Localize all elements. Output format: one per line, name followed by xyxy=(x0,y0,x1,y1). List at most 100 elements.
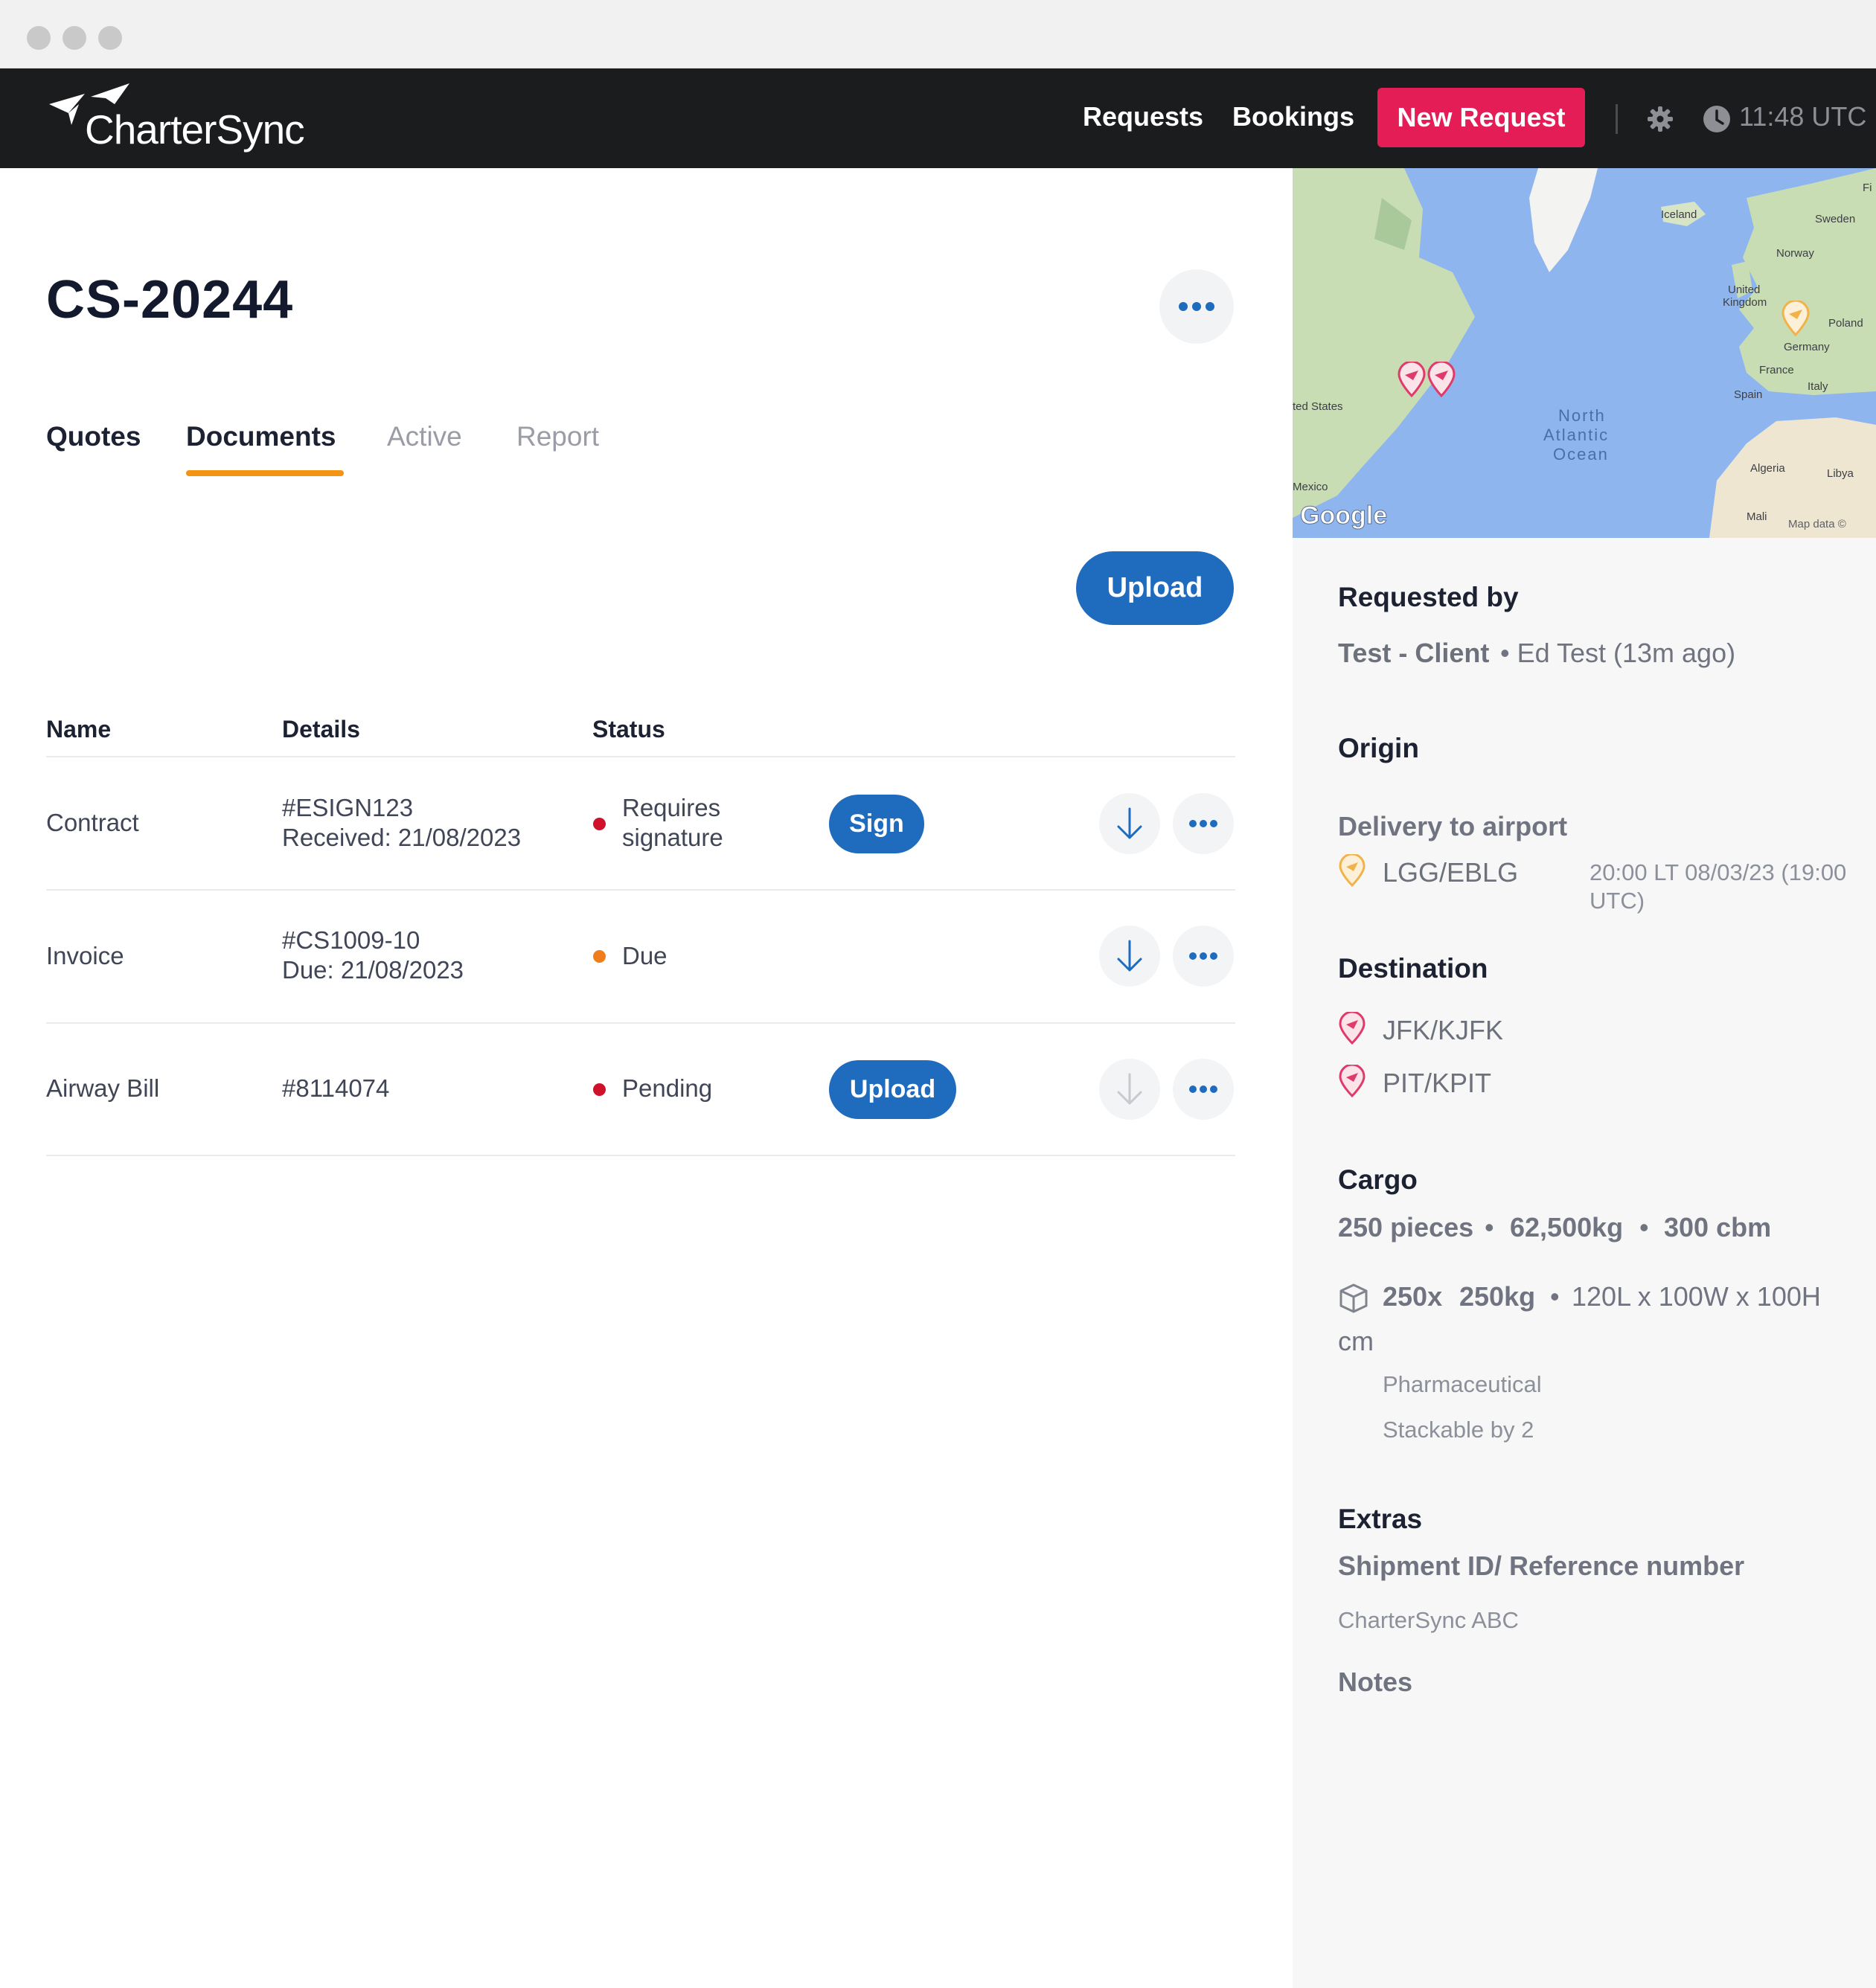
window-close-dot[interactable] xyxy=(27,26,51,50)
column-header-details: Details xyxy=(282,716,360,743)
extras-heading: Extras xyxy=(1338,1504,1423,1534)
row-more-button[interactable] xyxy=(1173,926,1234,987)
map-label: Sweden xyxy=(1815,213,1856,225)
map-label: Ocean xyxy=(1553,445,1609,464)
notes-label: Notes xyxy=(1338,1667,1413,1697)
destination-pin-icon xyxy=(1339,1012,1366,1045)
document-ref: #CS1009-10 xyxy=(282,926,420,954)
upload-document-button[interactable]: Upload xyxy=(1076,551,1234,625)
active-tab-indicator xyxy=(186,470,344,476)
cargo-volume: 300 cbm xyxy=(1664,1212,1772,1242)
more-horizontal-icon xyxy=(1189,820,1217,827)
requester-person: • Ed Test (13m ago) xyxy=(1500,638,1736,668)
download-arrow-icon xyxy=(1117,1073,1142,1105)
cargo-heading: Cargo xyxy=(1338,1164,1418,1195)
map-attribution[interactable]: Map data © xyxy=(1788,518,1846,530)
column-header-name: Name xyxy=(46,716,112,743)
destination-airport: PIT/KPIT xyxy=(1383,1068,1492,1098)
new-request-button[interactable]: New Request xyxy=(1377,88,1585,147)
requested-by-heading: Requested by xyxy=(1338,582,1519,612)
row-divider xyxy=(46,889,1235,891)
status-dot-orange xyxy=(593,950,606,963)
clock-icon xyxy=(1703,106,1730,132)
status-dot-red xyxy=(593,818,606,830)
map-pin-destination-icon[interactable] xyxy=(1397,362,1427,397)
window-zoom-dot[interactable] xyxy=(98,26,122,50)
nav-requests[interactable]: Requests xyxy=(1083,101,1203,132)
download-button-disabled xyxy=(1099,1059,1160,1120)
window-chrome xyxy=(0,0,1876,68)
document-date: Received: 21/08/2023 xyxy=(282,824,522,851)
cargo-item-dims: 120L x 100W x 100H xyxy=(1572,1281,1821,1312)
map-label: North xyxy=(1558,406,1606,425)
map-pin-origin-icon[interactable] xyxy=(1781,301,1811,336)
download-button[interactable] xyxy=(1099,793,1160,854)
origin-heading: Origin xyxy=(1338,733,1419,763)
map-label: United xyxy=(1728,283,1761,296)
more-horizontal-icon xyxy=(1189,952,1217,960)
row-more-button[interactable] xyxy=(1173,1059,1234,1120)
origin-delivery: Delivery to airport xyxy=(1338,811,1568,841)
utc-time: 11:48 UTC xyxy=(1739,101,1867,132)
tab-active[interactable]: Active xyxy=(387,421,462,452)
map-pin-destination-icon[interactable] xyxy=(1427,362,1456,397)
cargo-item-qty: 250x xyxy=(1383,1281,1443,1312)
document-date: Due: 21/08/2023 xyxy=(282,956,464,984)
cargo-separator: • xyxy=(1550,1281,1560,1312)
page-more-button[interactable] xyxy=(1159,269,1234,344)
gear-icon[interactable] xyxy=(1645,104,1675,134)
route-map[interactable]: Iceland Sweden Norway United Kingdom Pol… xyxy=(1293,168,1876,538)
document-name: Invoice xyxy=(46,942,124,969)
status-dot-red xyxy=(593,1083,606,1096)
status-text: Due xyxy=(622,942,668,969)
sign-button[interactable]: Sign xyxy=(829,795,924,853)
map-label: Libya xyxy=(1827,467,1854,480)
app-logo[interactable]: CharterSync xyxy=(49,83,332,158)
map-label: Italy xyxy=(1808,380,1828,393)
download-arrow-icon xyxy=(1117,807,1142,839)
download-arrow-icon xyxy=(1117,940,1142,972)
status-text-line2: signature xyxy=(622,824,723,851)
window-minimize-dot[interactable] xyxy=(63,26,86,50)
row-divider xyxy=(46,1022,1235,1024)
cargo-pieces: 250 pieces xyxy=(1338,1212,1474,1242)
shipment-id-value: CharterSync ABC xyxy=(1338,1607,1519,1633)
origin-time-line2: UTC) xyxy=(1590,888,1645,914)
destination-pin-icon xyxy=(1339,1065,1366,1097)
more-horizontal-icon xyxy=(1189,1086,1217,1093)
map-label: Kingdom xyxy=(1723,296,1767,309)
map-label: Poland xyxy=(1828,317,1863,330)
page-title: CS-20244 xyxy=(46,270,294,330)
map-label: Fi xyxy=(1863,182,1872,194)
map-label: Mali xyxy=(1747,510,1767,523)
cargo-separator: • xyxy=(1485,1212,1494,1242)
document-name: Airway Bill xyxy=(46,1074,160,1102)
row-more-button[interactable] xyxy=(1173,793,1234,854)
map-brand: Google xyxy=(1299,501,1388,530)
status-text: Pending xyxy=(622,1074,713,1102)
map-label: Algeria xyxy=(1750,462,1785,475)
cargo-separator: • xyxy=(1639,1212,1649,1242)
cargo-item-weight: 250kg xyxy=(1459,1281,1536,1312)
origin-time: 20:00 LT 08/03/23 (19:00 xyxy=(1590,859,1847,885)
cargo-item-unit: cm xyxy=(1338,1326,1374,1356)
origin-airport: LGG/EBLG xyxy=(1383,857,1519,888)
download-button[interactable] xyxy=(1099,926,1160,987)
table-header-divider xyxy=(46,756,1235,757)
tab-documents[interactable]: Documents xyxy=(186,421,336,452)
row-upload-button[interactable]: Upload xyxy=(829,1060,956,1119)
nav-bookings[interactable]: Bookings xyxy=(1232,101,1354,132)
requester-client: Test - Client xyxy=(1338,638,1490,668)
destination-airport: JFK/KJFK xyxy=(1383,1015,1504,1045)
document-ref: #8114074 xyxy=(282,1074,390,1102)
map-label: ted States xyxy=(1293,400,1343,413)
map-label: Iceland xyxy=(1661,208,1697,221)
cargo-stackable: Stackable by 2 xyxy=(1383,1417,1534,1443)
tab-report[interactable]: Report xyxy=(516,421,599,452)
map-label: France xyxy=(1759,364,1794,376)
shipment-id-label: Shipment ID/ Reference number xyxy=(1338,1551,1745,1581)
tab-quotes[interactable]: Quotes xyxy=(46,421,141,452)
status-text: Requires xyxy=(622,794,721,821)
document-name: Contract xyxy=(46,809,139,836)
map-label: Atlantic xyxy=(1543,426,1610,444)
